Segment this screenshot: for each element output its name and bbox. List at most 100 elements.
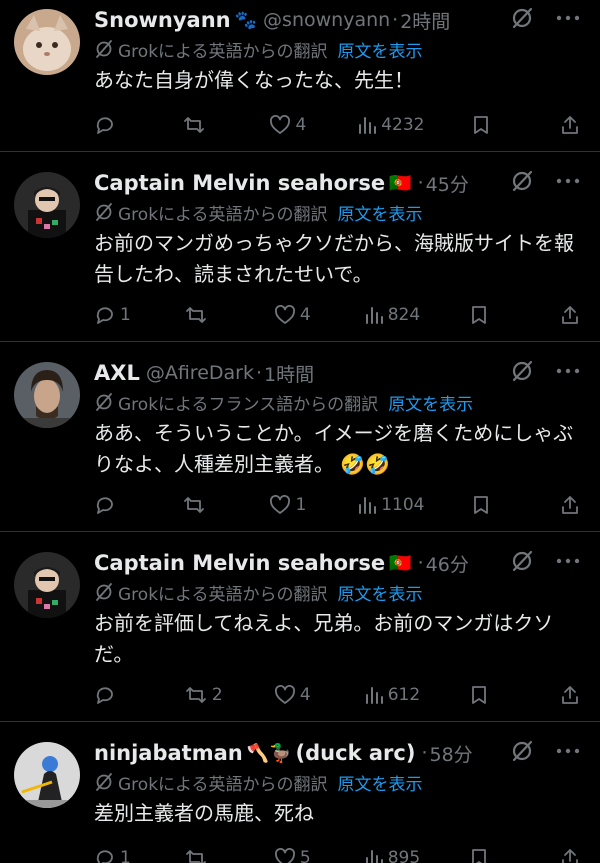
post[interactable]: Captain Melvin seahorse 🇵🇹 · 46分 Grokによる… <box>0 532 600 722</box>
bookmark-icon <box>472 849 486 863</box>
repost-button[interactable] <box>182 494 222 516</box>
views-button[interactable]: 824 <box>364 305 420 325</box>
reply-button[interactable] <box>94 684 134 706</box>
show-original-link[interactable]: 原文を表示 <box>338 580 423 605</box>
more-icon[interactable] <box>556 178 580 184</box>
show-original-link[interactable]: 原文を表示 <box>338 770 423 795</box>
like-button[interactable]: 1 <box>269 495 309 515</box>
avatar[interactable] <box>14 9 80 75</box>
post-header: AXL @AfireDark · 1時間 <box>94 359 580 387</box>
reply-button[interactable]: 1 <box>94 304 134 326</box>
handle[interactable]: @snownyann <box>263 9 390 31</box>
display-name[interactable]: ninjabatman <box>94 741 243 765</box>
display-name[interactable]: Snownyann <box>94 8 231 32</box>
reply-button[interactable] <box>94 114 134 136</box>
bookmark-icon <box>472 686 486 704</box>
like-icon <box>274 685 295 704</box>
repost-button[interactable] <box>182 114 222 136</box>
grok-icon[interactable] <box>510 549 534 573</box>
handle[interactable]: @AfireDark <box>146 362 254 384</box>
post[interactable]: Snownyann 🐾 @snownyann · 2時間 Grokによる英語から… <box>0 0 600 152</box>
views-button[interactable]: 1104 <box>357 495 424 515</box>
translation-label: Grokによる英語からの翻訳 <box>118 204 328 225</box>
post[interactable]: AXL @AfireDark · 1時間 Grokによるフランス語からの翻訳 原… <box>0 342 600 532</box>
post-text: お前のマンガめっちゃクソだから、海賊版サイトを報告したわ、読まされたせいで。 <box>94 231 574 286</box>
flag-emoji: 🇵🇹 <box>389 552 412 574</box>
bookmark-icon <box>474 116 489 134</box>
flag-emoji: 🇵🇹 <box>389 172 412 194</box>
display-name[interactable]: Captain Melvin seahorse <box>94 551 385 575</box>
like-icon <box>270 495 291 514</box>
bookmark-icon <box>472 306 486 324</box>
post[interactable]: Captain Melvin seahorse 🇵🇹 · 45分 Grokによる… <box>0 152 600 342</box>
translate-icon <box>94 202 114 222</box>
bookmark-button[interactable] <box>470 848 510 863</box>
timestamp[interactable]: 58分 <box>429 740 472 767</box>
bookmark-button[interactable] <box>470 685 510 705</box>
grok-icon[interactable] <box>510 359 534 383</box>
more-icon[interactable] <box>556 748 580 754</box>
show-original-link[interactable]: 原文を表示 <box>338 37 423 62</box>
reply-button[interactable] <box>94 494 134 516</box>
repost-button[interactable] <box>184 847 224 863</box>
like-button[interactable]: 4 <box>274 685 314 705</box>
translation-note: Grokによる英語からの翻訳 原文を表示 <box>94 769 580 795</box>
share-icon <box>562 686 578 704</box>
repost-button[interactable]: 2 <box>184 684 224 706</box>
share-icon <box>562 306 578 324</box>
reply-icon <box>96 850 113 863</box>
action-bar: 2 4 612 <box>94 674 580 716</box>
grok-icon[interactable] <box>510 6 534 30</box>
views-button[interactable]: 612 <box>364 685 420 705</box>
timestamp[interactable]: 45分 <box>426 170 469 197</box>
more-icon[interactable] <box>556 15 580 21</box>
post[interactable]: ninjabatman 🪓🦆 (duck arc) · 58分 Grokによる英… <box>0 722 600 863</box>
reply-button[interactable]: 1 <box>94 847 134 863</box>
bookmark-button[interactable] <box>472 115 512 135</box>
post-text-content: ああ、そういうことか。イメージを磨くためにしゃぶりなよ、人種差別主義者。 <box>94 421 574 476</box>
share-button[interactable] <box>560 305 580 325</box>
like-button[interactable]: 5 <box>274 848 314 863</box>
avatar[interactable] <box>14 552 80 618</box>
grok-icon[interactable] <box>510 169 534 193</box>
post-header: ninjabatman 🪓🦆 (duck arc) · 58分 <box>94 739 580 767</box>
more-icon[interactable] <box>556 368 580 374</box>
like-count: 4 <box>299 305 311 325</box>
avatar[interactable] <box>14 742 80 808</box>
post-text: 差別主義者の馬鹿、死ね <box>94 801 314 825</box>
translation-label: Grokによるフランス語からの翻訳 <box>118 394 379 415</box>
post-header: Snownyann 🐾 @snownyann · 2時間 <box>94 6 580 34</box>
share-button[interactable] <box>560 115 580 135</box>
share-icon <box>562 496 578 514</box>
show-original-link[interactable]: 原文を表示 <box>388 390 473 415</box>
timestamp[interactable]: 1時間 <box>264 360 314 387</box>
bookmark-button[interactable] <box>470 305 510 325</box>
bookmark-button[interactable] <box>472 495 512 515</box>
display-name[interactable]: Captain Melvin seahorse <box>94 171 385 195</box>
views-button[interactable]: 895 <box>364 848 420 863</box>
avatar[interactable] <box>14 172 80 238</box>
reply-icon <box>96 497 113 514</box>
translation-note: Grokによる英語からの翻訳 原文を表示 <box>94 36 580 62</box>
share-button[interactable] <box>560 495 580 515</box>
timestamp[interactable]: 46分 <box>426 550 469 577</box>
share-button[interactable] <box>560 848 580 863</box>
avatar[interactable] <box>14 362 80 428</box>
repost-icon <box>183 117 204 133</box>
views-button[interactable]: 4232 <box>357 115 424 135</box>
like-button[interactable]: 4 <box>274 305 314 325</box>
grok-icon[interactable] <box>510 739 534 763</box>
translate-icon <box>94 392 114 412</box>
translation-note: Grokによるフランス語からの翻訳 原文を表示 <box>94 389 580 415</box>
display-name[interactable]: AXL <box>94 361 140 385</box>
more-icon[interactable] <box>556 558 580 564</box>
show-original-link[interactable]: 原文を表示 <box>338 200 423 225</box>
like-button[interactable]: 4 <box>269 115 309 135</box>
post-header: Captain Melvin seahorse 🇵🇹 · 46分 <box>94 549 580 577</box>
repost-button[interactable] <box>184 304 224 326</box>
share-button[interactable] <box>560 685 580 705</box>
reply-icon <box>96 687 113 704</box>
views-count: 824 <box>387 305 421 325</box>
timestamp[interactable]: 2時間 <box>400 7 450 34</box>
like-icon <box>270 115 291 134</box>
